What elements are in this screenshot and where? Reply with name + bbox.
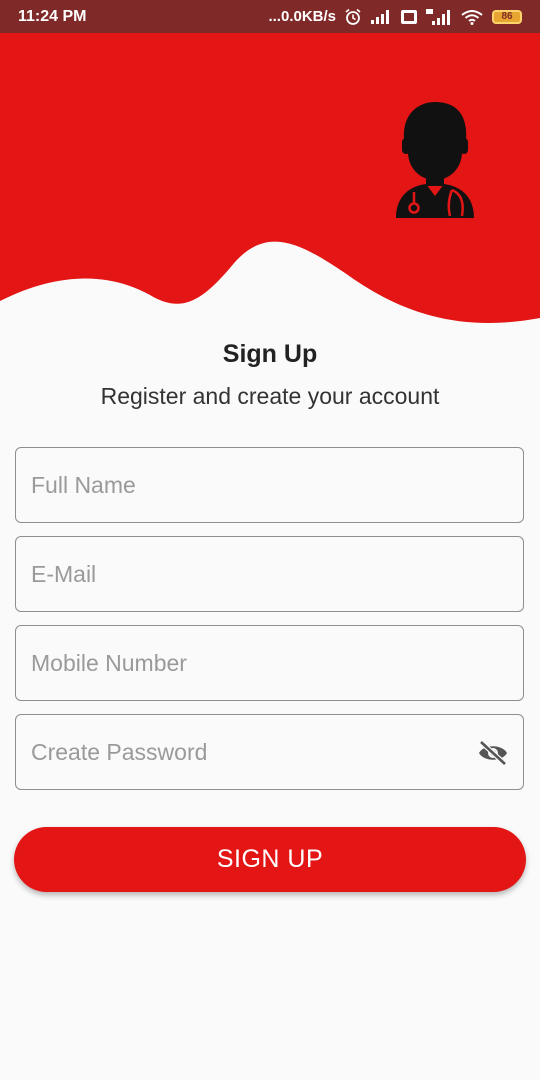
- status-icons: ...0.0KB/s 86: [268, 8, 522, 26]
- status-time: 11:24 PM: [18, 7, 87, 25]
- email-input[interactable]: [16, 537, 523, 611]
- page-subtitle: Register and create your account: [100, 383, 440, 409]
- mobile-field[interactable]: [15, 625, 524, 701]
- password-input[interactable]: [16, 715, 523, 789]
- doctor-icon: [396, 102, 474, 218]
- full-name-input[interactable]: [16, 448, 523, 522]
- eye-off-icon[interactable]: [477, 739, 509, 767]
- page-title: Sign Up: [222, 340, 318, 368]
- volte-icon: [400, 9, 418, 25]
- sign-up-button[interactable]: SIGN UP: [14, 827, 526, 892]
- email-field[interactable]: [15, 536, 524, 612]
- full-name-field[interactable]: [15, 447, 524, 523]
- wifi-icon: [460, 9, 484, 25]
- password-field[interactable]: [15, 714, 524, 790]
- mobile-input[interactable]: [16, 626, 523, 700]
- header-banner: [0, 33, 540, 323]
- signal-icon: [370, 9, 392, 24]
- battery-icon: 86: [492, 9, 522, 24]
- alarm-icon: [344, 8, 362, 26]
- network-speed: ...0.0KB/s: [268, 8, 336, 25]
- status-bar: 11:24 PM ...0.0KB/s 86: [0, 0, 540, 33]
- 4g-signal-icon: [426, 8, 452, 25]
